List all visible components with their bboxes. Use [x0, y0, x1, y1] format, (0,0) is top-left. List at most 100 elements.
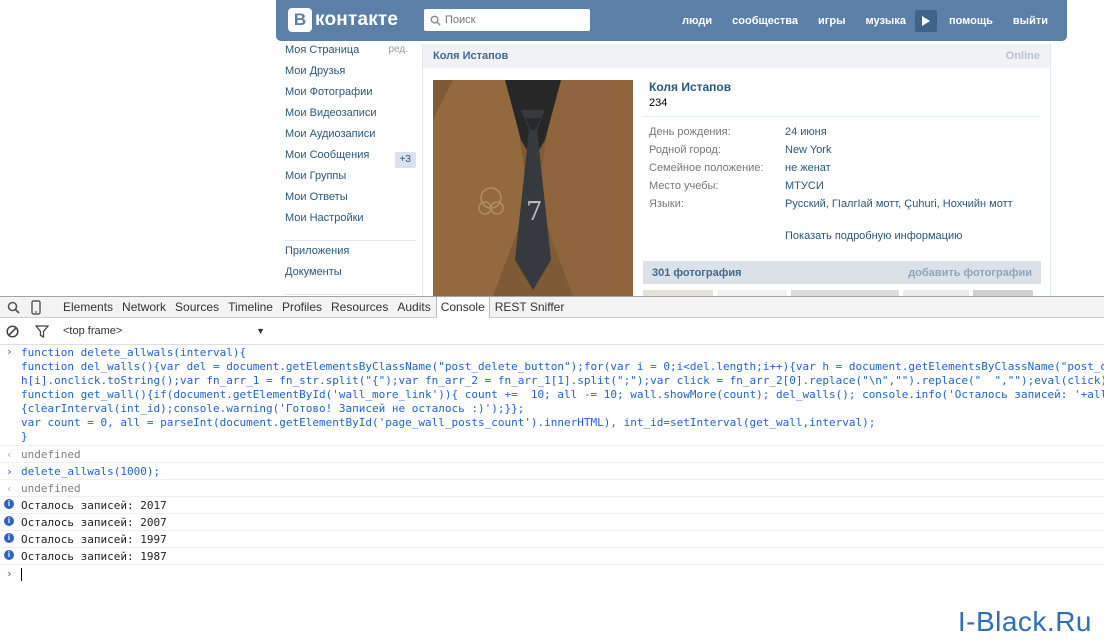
sidebar-item-messages[interactable]: Мои Сообщения +3	[276, 149, 422, 170]
sidebar-item-label: Приложения	[285, 245, 350, 257]
nav-games[interactable]: игры	[818, 15, 845, 27]
sidebar-item-settings[interactable]: Мои Настройки	[276, 212, 422, 233]
tab-audits[interactable]: Audits	[393, 297, 434, 318]
sidebar-item-docs[interactable]: Документы	[276, 266, 422, 287]
filter-icon[interactable]	[35, 324, 49, 338]
profile-status[interactable]: 234	[643, 96, 1041, 110]
sidebar-item-videos[interactable]: Мои Видеозаписи	[276, 107, 422, 128]
online-status: Online	[1005, 50, 1040, 62]
input-chevron-icon: ›	[6, 465, 13, 478]
info-row-relationship: Семейное положение: не женат	[643, 159, 1041, 177]
info-value-link[interactable]: не женат	[785, 162, 831, 174]
profile-info: Коля Истапов 234 День рождения: 24 июня Р…	[643, 78, 1041, 242]
console-result-row: ‹ undefined	[0, 480, 1104, 497]
tab-console[interactable]: Console	[435, 296, 490, 318]
console-line: function delete_allwals(interval){	[21, 346, 247, 359]
info-icon: i	[4, 533, 14, 543]
watermark: I-Black.Ru	[957, 606, 1092, 637]
info-value-link[interactable]: New York	[785, 144, 831, 156]
divider	[285, 294, 416, 295]
nav-communities[interactable]: сообщества	[732, 15, 798, 27]
console-info-row: i Осталось записей: 2017	[0, 497, 1104, 514]
nav-people[interactable]: люди	[682, 15, 712, 27]
nav-help[interactable]: помощь	[949, 15, 993, 27]
clear-console-icon[interactable]	[6, 324, 19, 338]
nav-logout[interactable]: выйти	[1013, 15, 1048, 27]
info-value-link[interactable]: МТУСИ	[785, 180, 824, 192]
sidebar-item-my-page[interactable]: Моя Страница ред.	[276, 44, 422, 65]
info-row-birthday: День рождения: 24 июня	[643, 123, 1041, 141]
tab-sources[interactable]: Sources	[171, 297, 223, 318]
console-output: › function delete_allwals(interval){funct…	[0, 345, 1104, 583]
sidebar-item-label: Моя Страница	[285, 44, 360, 56]
console-toolbar: <top frame> ▼	[0, 318, 1104, 345]
info-icon: i	[4, 550, 14, 560]
profile-avatar[interactable]: 7	[433, 80, 633, 296]
text-caret	[21, 567, 22, 581]
console-info-row: i Осталось записей: 1997	[0, 531, 1104, 548]
console-line: Осталось записей: 1997	[21, 533, 167, 546]
tab-rest-sniffer[interactable]: REST Sniffer	[491, 297, 569, 318]
edit-link[interactable]: ред.	[388, 44, 408, 55]
frame-selector[interactable]: <top frame> ▼	[63, 325, 265, 337]
devtools-panel: Elements Network Sources Timeline Profil…	[0, 296, 1104, 644]
console-line: Осталось записей: 2017	[21, 499, 167, 512]
photos-header: 301 фотография добавить фотографии	[643, 261, 1041, 284]
console-line: function del_walls(){var del = document.…	[21, 360, 1104, 373]
play-icon[interactable]	[914, 9, 937, 32]
console-line: h[i].onclick.toString();var fn_arr_1 = f…	[21, 374, 1104, 387]
info-value-link[interactable]: 24 июня	[785, 126, 827, 138]
divider	[643, 116, 1041, 117]
add-photos-link[interactable]: добавить фотографии	[908, 267, 1032, 279]
search-box[interactable]	[424, 9, 590, 31]
tab-resources[interactable]: Resources	[327, 297, 392, 318]
console-info-row: i Осталось записей: 2007	[0, 514, 1104, 531]
tab-timeline[interactable]: Timeline	[224, 297, 277, 318]
info-row-languages: Языки: Русский, ГӀалгӀай мотт, Çuhuri, Но…	[643, 195, 1041, 213]
sidebar-item-label: Мои Сообщения	[285, 149, 370, 161]
console-prompt[interactable]: ›	[0, 565, 1104, 583]
sidebar-item-apps[interactable]: Приложения	[276, 245, 422, 266]
sidebar-item-answers[interactable]: Мои Ответы	[276, 191, 422, 212]
vk-logo[interactable]: В контакте	[288, 8, 398, 32]
inspect-search-icon[interactable]	[3, 297, 23, 317]
info-key: Семейное положение:	[649, 162, 764, 174]
nav-music[interactable]: музыка	[865, 15, 905, 27]
console-line: var count = 0, all = parseInt(document.g…	[21, 416, 876, 429]
sidebar-item-label: Мои Настройки	[285, 212, 364, 224]
sidebar-item-audio[interactable]: Мои Аудиозаписи	[276, 128, 422, 149]
tab-profiles[interactable]: Profiles	[278, 297, 326, 318]
sidebar-item-label: Мои Ответы	[285, 191, 348, 203]
sidebar-item-label: Мои Фотографии	[285, 86, 373, 98]
console-result-row: ‹ undefined	[0, 446, 1104, 463]
divider	[285, 240, 416, 241]
console-line: }	[21, 430, 28, 443]
info-key: День рождения:	[649, 126, 731, 138]
console-line: {clearInterval(int_id);console.warning('…	[21, 402, 525, 415]
console-line: function get_wall(){if(document.getEleme…	[21, 388, 1104, 401]
dropdown-arrow-icon: ▼	[256, 326, 265, 336]
search-input[interactable]	[445, 14, 585, 26]
info-value-link[interactable]: Русский, ГӀалгӀай мотт, Çuhuri, Нохчийн …	[785, 198, 1013, 210]
vk-page: В контакте люди сообщества игры музыка п…	[0, 0, 1104, 296]
search-icon	[430, 15, 441, 26]
info-key: Родной город:	[649, 144, 721, 156]
console-line: Осталось записей: 1987	[21, 550, 167, 563]
photos-count-link[interactable]: 301 фотография	[652, 267, 742, 279]
profile-header-name: Коля Истапов	[433, 50, 509, 62]
console-line: undefined	[21, 448, 81, 461]
profile-panel: Коля Истапов Online 7 Коля Истапов 234 Д…	[422, 44, 1051, 296]
input-chevron-icon: ›	[6, 345, 13, 358]
sidebar-item-label: Мои Друзья	[285, 65, 346, 77]
frame-selector-value: <top frame>	[63, 325, 123, 337]
sidebar-item-groups[interactable]: Мои Группы	[276, 170, 422, 191]
tab-network[interactable]: Network	[118, 297, 170, 318]
sidebar-item-photos[interactable]: Мои Фотографии	[276, 86, 422, 107]
profile-header: Коля Истапов Online	[423, 44, 1050, 68]
sidebar-item-friends[interactable]: Мои Друзья	[276, 65, 422, 86]
console-input-row: › function delete_allwals(interval){funct…	[0, 345, 1104, 446]
tab-elements[interactable]: Elements	[59, 297, 117, 318]
device-mode-icon[interactable]	[26, 297, 46, 317]
console-input-row: › delete_allwals(1000);	[0, 463, 1104, 480]
show-more-info-link[interactable]: Показать подробную информацию	[643, 230, 1041, 242]
